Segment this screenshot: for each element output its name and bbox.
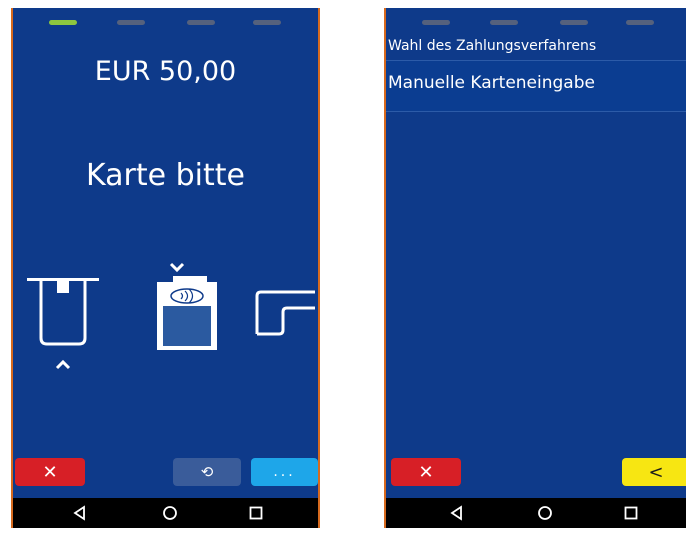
close-icon: ✕	[418, 461, 434, 483]
progress-step-4	[626, 20, 654, 25]
system-navbar	[386, 498, 686, 528]
more-icon: ...	[273, 464, 296, 480]
payment-amount: EUR 50,00	[94, 56, 237, 87]
action-bar: ✕ <	[386, 458, 686, 486]
home-circle-icon[interactable]	[536, 504, 554, 522]
card-prompt: Karte bitte	[86, 158, 245, 193]
refresh-icon: ⟲	[200, 463, 214, 481]
menu-item-label: Manuelle Karteneingabe	[388, 73, 595, 93]
close-icon: ✕	[42, 461, 58, 483]
cancel-button[interactable]: ✕	[391, 458, 461, 486]
progress-step-1	[49, 20, 77, 25]
action-bar: ✕ ⟲ ...	[13, 458, 318, 486]
progress-step-3	[187, 20, 215, 25]
progress-indicator	[386, 20, 686, 26]
payment-screen: EUR 50,00 Karte bitte ✕ ⟲ ...	[11, 8, 320, 528]
progress-step-1	[422, 20, 450, 25]
payment-method-screen: Wahl des Zahlungsverfahrens Manuelle Kar…	[384, 8, 686, 528]
home-circle-icon[interactable]	[161, 504, 179, 522]
menu-item-manual-entry[interactable]: Manuelle Karteneingabe	[386, 60, 686, 112]
more-options-button[interactable]: ...	[251, 458, 318, 486]
progress-step-2	[117, 20, 145, 25]
back-button[interactable]: <	[622, 458, 686, 486]
progress-indicator	[13, 20, 318, 26]
recents-square-icon[interactable]	[622, 504, 640, 522]
chevron-left-icon: <	[648, 461, 664, 483]
recents-square-icon[interactable]	[247, 504, 265, 522]
system-navbar	[13, 498, 318, 528]
cancel-button[interactable]: ✕	[15, 458, 85, 486]
insert-card-icon	[27, 278, 99, 370]
back-triangle-icon[interactable]	[71, 504, 89, 522]
screen-title: Wahl des Zahlungsverfahrens	[388, 38, 597, 54]
swipe-card-icon	[255, 290, 315, 336]
back-triangle-icon[interactable]	[448, 504, 466, 522]
progress-step-4	[253, 20, 281, 25]
progress-step-2	[490, 20, 518, 25]
contactless-tap-icon	[157, 262, 217, 350]
refresh-button[interactable]: ⟲	[173, 458, 241, 486]
progress-step-3	[560, 20, 588, 25]
